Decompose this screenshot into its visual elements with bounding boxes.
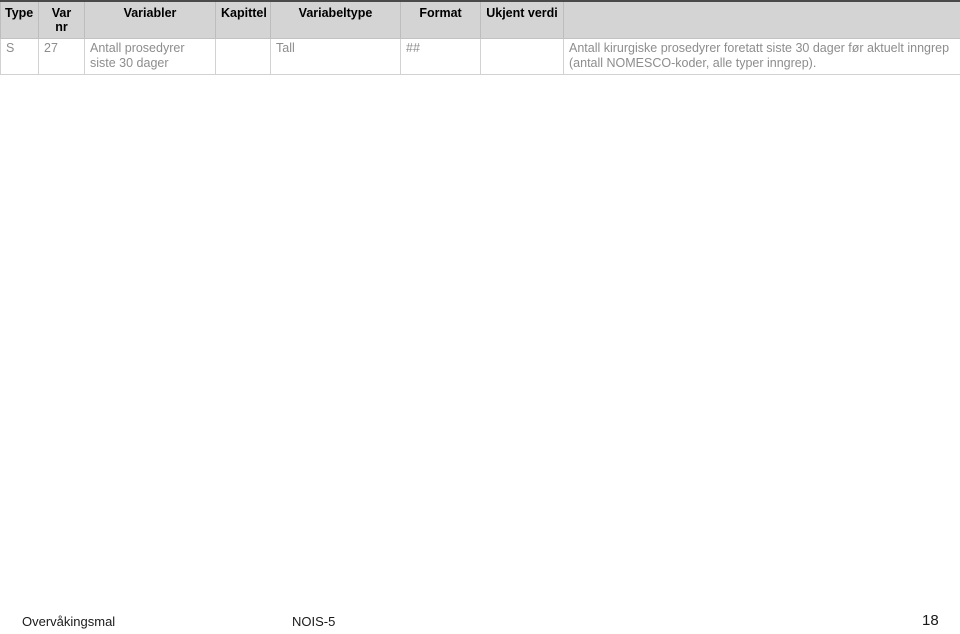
page-footer: Overvåkingsmal NOIS-5 18 — [0, 612, 960, 634]
cell-variabler: Antall prosedyrer siste 30 dager — [84, 38, 216, 75]
column-header-beskrivelse — [563, 0, 960, 39]
column-header-variabler: Variabler — [84, 0, 216, 39]
variable-definition-table: Type Var nr Variabler Kapittel Variabelt… — [0, 0, 960, 75]
cell-variabeltype: Tall — [270, 38, 401, 75]
cell-kapittel — [215, 38, 271, 75]
table-header-row: Type Var nr Variabler Kapittel Variabelt… — [0, 0, 960, 39]
footer-document-title: Overvåkingsmal — [22, 614, 116, 629]
cell-var-nr: 27 — [38, 38, 85, 75]
column-header-var-nr: Var nr — [38, 0, 85, 39]
column-header-variabeltype: Variabeltype — [270, 0, 401, 39]
column-header-kapittel: Kapittel — [215, 0, 271, 39]
cell-ukjent-verdi — [480, 38, 564, 75]
cell-type: S — [0, 38, 39, 75]
cell-format: ## — [400, 38, 481, 75]
footer-document-code: NOIS-5 — [292, 614, 336, 629]
column-header-type: Type — [0, 0, 39, 39]
column-header-format: Format — [400, 0, 481, 39]
cell-beskrivelse: Antall kirurgiske prosedyrer foretatt si… — [563, 38, 960, 75]
footer-page-number: 18 — [922, 612, 939, 629]
column-header-ukjent-verdi: Ukjent verdi — [480, 0, 564, 39]
table-row: S 27 Antall prosedyrer siste 30 dager Ta… — [0, 38, 960, 75]
